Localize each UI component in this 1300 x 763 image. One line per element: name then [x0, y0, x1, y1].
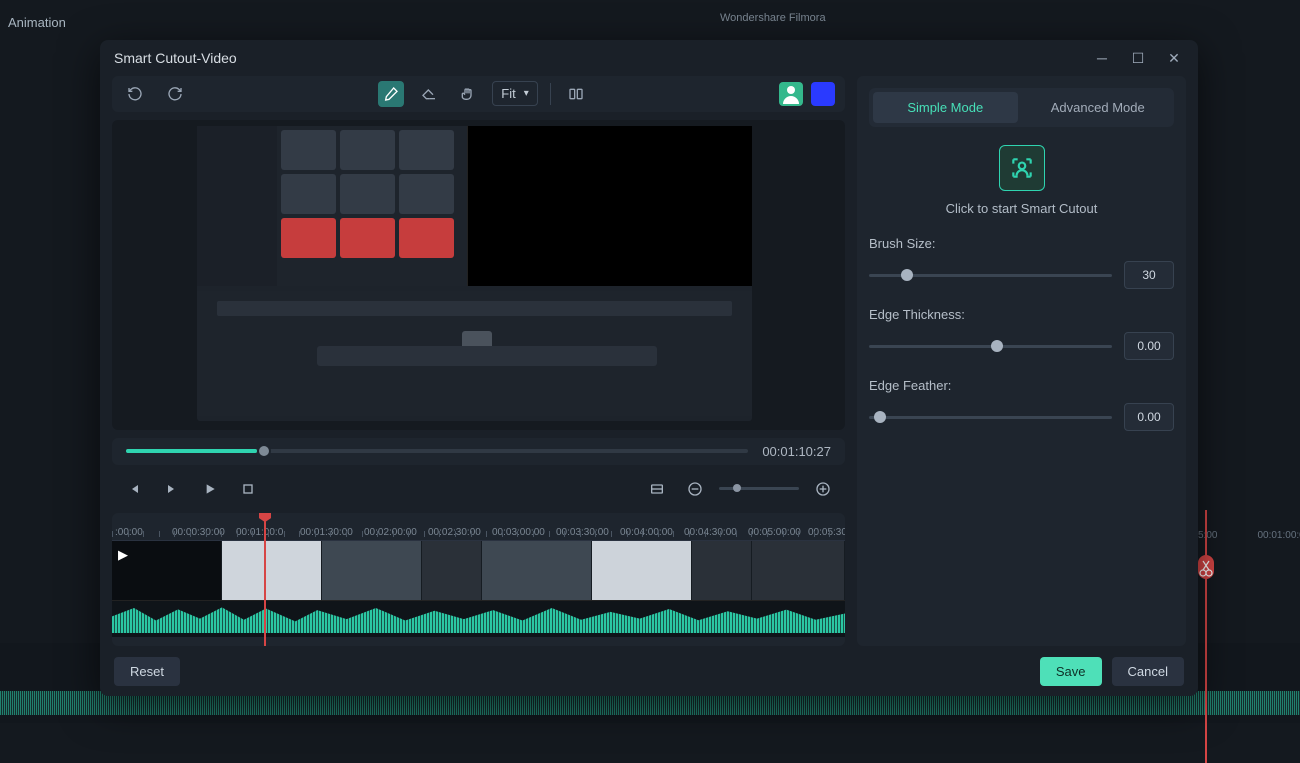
cancel-button[interactable]: Cancel [1112, 657, 1184, 686]
chevron-down-icon: ▾ [524, 88, 529, 99]
timeline-playhead[interactable] [264, 513, 266, 646]
brush-size-label: Brush Size: [869, 236, 1174, 251]
edge-thickness-label: Edge Thickness: [869, 307, 1174, 322]
zoom-slider[interactable] [719, 487, 799, 490]
edge-feather-input[interactable] [1124, 403, 1174, 431]
slider-thumb[interactable] [991, 340, 1003, 352]
play-button[interactable] [196, 475, 224, 503]
playhead-progress: 00:01:10:27 [112, 438, 845, 465]
stop-button[interactable] [234, 475, 262, 503]
start-cutout-block: Click to start Smart Cutout [869, 145, 1174, 216]
close-button[interactable]: ✕ [1164, 48, 1184, 68]
timeline: :00:00 00:00:30:00 00:01:00:0 00:01:30:0… [112, 513, 845, 646]
param-edge-thickness: Edge Thickness: [869, 307, 1174, 360]
video-track[interactable]: ▶ [112, 541, 845, 601]
tab-advanced-mode[interactable]: Advanced Mode [1026, 92, 1171, 123]
bg-ruler-tick: 00:01:00:00 [1257, 530, 1300, 541]
left-column: Fit ▾ [112, 76, 845, 646]
timecode-display: 00:01:10:27 [762, 444, 831, 459]
param-edge-feather: Edge Feather: [869, 378, 1174, 431]
dialog-footer: Reset Save Cancel [100, 646, 1198, 696]
prev-frame-button[interactable] [120, 475, 148, 503]
edge-feather-label: Edge Feather: [869, 378, 1174, 393]
undo-icon[interactable] [122, 81, 148, 107]
dialog-titlebar: Smart Cutout-Video ─ ☐ ✕ [100, 40, 1198, 76]
dialog-title: Smart Cutout-Video [114, 50, 237, 66]
slider-thumb[interactable] [874, 411, 886, 423]
maximize-button[interactable]: ☐ [1128, 48, 1148, 68]
compare-icon[interactable] [563, 81, 589, 107]
zoom-out-button[interactable] [681, 475, 709, 503]
fit-label: Fit [501, 86, 515, 101]
preview-canvas[interactable] [112, 120, 845, 430]
play-icon: ▶ [118, 547, 128, 563]
edge-feather-slider[interactable] [869, 416, 1112, 419]
param-brush-size: Brush Size: [869, 236, 1174, 289]
progress-slider[interactable] [126, 449, 748, 453]
bg-ruler: 5:00 00:01:00:00 00:01:15:00 [1198, 530, 1300, 541]
minimize-button[interactable]: ─ [1092, 48, 1112, 68]
bg-toolbar: Wondershare Filmora [720, 3, 1300, 33]
brush-tool-icon[interactable] [378, 81, 404, 107]
tab-simple-mode[interactable]: Simple Mode [873, 92, 1018, 123]
playback-controls [112, 473, 845, 505]
mode-tabs: Simple Mode Advanced Mode [869, 88, 1174, 127]
pan-tool-icon[interactable] [454, 81, 480, 107]
progress-thumb[interactable] [257, 444, 271, 458]
eraser-tool-icon[interactable] [416, 81, 442, 107]
bg-app-name: Wondershare Filmora [720, 12, 826, 24]
brush-size-input[interactable] [1124, 261, 1174, 289]
smart-cutout-dialog: Smart Cutout-Video ─ ☐ ✕ Fit ▾ [100, 40, 1198, 696]
dialog-body: Fit ▾ [100, 76, 1198, 646]
zoom-fit-select[interactable]: Fit ▾ [492, 81, 537, 106]
marker-icon[interactable] [643, 475, 671, 503]
divider [550, 83, 551, 105]
person-preview-swatch[interactable] [779, 82, 803, 106]
next-frame-button[interactable] [158, 475, 186, 503]
cutout-panel: Simple Mode Advanced Mode Click to start… [857, 76, 1186, 646]
preview-frame [197, 126, 752, 421]
start-cutout-button[interactable] [999, 145, 1045, 191]
audio-track[interactable] [112, 601, 845, 637]
brush-size-slider[interactable] [869, 274, 1112, 277]
edge-thickness-input[interactable] [1124, 332, 1174, 360]
reset-button[interactable]: Reset [114, 657, 180, 686]
bg-cut-marker[interactable] [1198, 555, 1214, 579]
redo-icon[interactable] [162, 81, 188, 107]
bg-playhead[interactable] [1205, 510, 1207, 763]
start-cutout-label: Click to start Smart Cutout [869, 201, 1174, 216]
timeline-ruler[interactable]: :00:00 00:00:30:00 00:01:00:0 00:01:30:0… [112, 513, 845, 541]
zoom-in-button[interactable] [809, 475, 837, 503]
cutout-toolbar: Fit ▾ [112, 76, 845, 112]
background-color-swatch[interactable] [811, 82, 835, 106]
save-button[interactable]: Save [1040, 657, 1102, 686]
window-controls: ─ ☐ ✕ [1092, 48, 1184, 68]
edge-thickness-slider[interactable] [869, 345, 1112, 348]
slider-thumb[interactable] [901, 269, 913, 281]
bg-ruler-tick: 5:00 [1198, 530, 1217, 541]
bg-tab-animation[interactable]: Animation [8, 15, 66, 30]
